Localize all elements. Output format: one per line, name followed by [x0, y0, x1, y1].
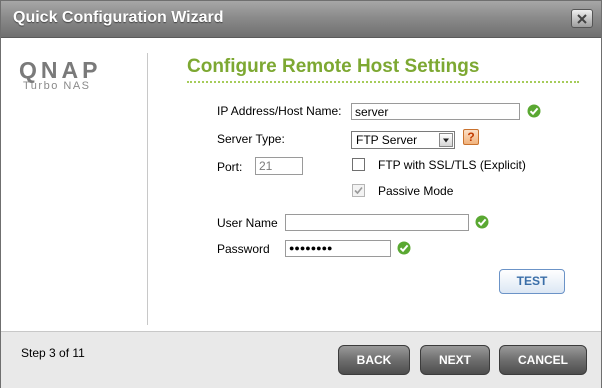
server-type-label: Server Type: — [217, 132, 285, 146]
checkmark-icon — [354, 186, 363, 195]
passive-mode-checkbox[interactable] — [352, 184, 365, 197]
close-icon — [577, 14, 587, 24]
port-input[interactable] — [255, 157, 303, 175]
password-label: Password — [217, 242, 270, 256]
server-type-value: FTP Server — [356, 133, 418, 147]
passive-mode-label: Passive Mode — [378, 184, 454, 198]
test-button[interactable]: TEST — [499, 269, 565, 294]
cancel-button[interactable]: CANCEL — [499, 345, 587, 375]
logo-subtitle: Turbo NAS — [23, 80, 91, 92]
next-button[interactable]: NEXT — [420, 345, 490, 375]
wizard-window: Quick Configuration Wizard QNAP Turbo NA… — [0, 0, 602, 388]
back-button[interactable]: BACK — [338, 345, 410, 375]
title-divider — [187, 81, 579, 83]
port-label: Port: — [217, 160, 243, 174]
password-input[interactable]: ●●●●●●●● — [285, 240, 391, 257]
username-label: User Name — [217, 216, 278, 230]
username-input[interactable] — [285, 214, 469, 231]
username-check-icon — [475, 215, 489, 229]
window-title: Quick Configuration Wizard — [13, 9, 224, 26]
host-label: IP Address/Host Name: — [217, 104, 342, 118]
ssl-label: FTP with SSL/TLS (Explicit) — [378, 158, 526, 172]
ssl-checkbox[interactable] — [352, 158, 365, 171]
dropdown-arrow-icon — [439, 133, 453, 147]
server-type-select[interactable]: FTP Server — [351, 131, 455, 149]
password-check-icon — [397, 241, 411, 255]
section-title: Configure Remote Host Settings — [187, 56, 480, 77]
vertical-divider — [147, 53, 148, 325]
step-indicator: Step 3 of 11 — [21, 346, 85, 360]
footer-bar: Step 3 of 11 BACK NEXT CANCEL — [1, 331, 601, 388]
title-bar: Quick Configuration Wizard — [1, 1, 601, 38]
host-check-icon — [527, 104, 541, 118]
close-button[interactable] — [571, 9, 593, 28]
help-icon[interactable]: ? — [463, 129, 479, 145]
host-input[interactable] — [351, 103, 520, 120]
